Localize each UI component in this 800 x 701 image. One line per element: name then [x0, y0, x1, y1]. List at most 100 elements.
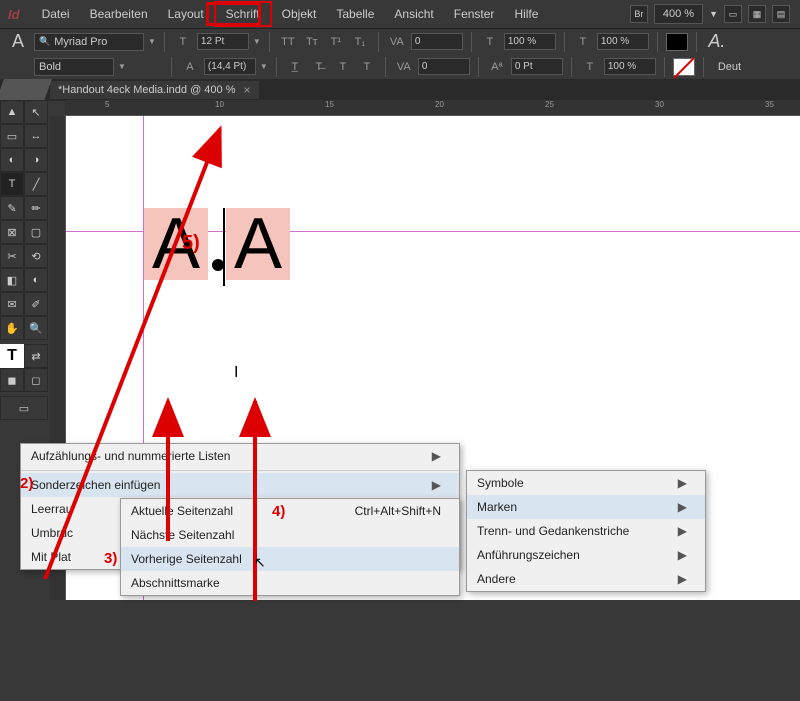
menu-specialchars[interactable]: Sonderzeichen einfügen▶ [21, 473, 459, 497]
zoom-tool[interactable]: 🔍 [24, 316, 48, 340]
menu-hyphens[interactable]: Trenn- und Gedankenstriche ▶ [467, 519, 705, 543]
rect-tool[interactable]: ▢ [24, 220, 48, 244]
ot-icon[interactable]: T [357, 58, 377, 76]
dropdown-icon[interactable]: ▼ [253, 37, 261, 46]
ruler-tick: 30 [655, 100, 664, 109]
scissors-tool[interactable]: ✂ [0, 244, 24, 268]
menu-tabelle[interactable]: Tabelle [326, 3, 384, 25]
super-icon[interactable]: T¹ [326, 33, 346, 51]
type-tool[interactable]: T [0, 172, 24, 196]
dropdown-icon[interactable]: ▼ [118, 62, 126, 71]
menu-next-page[interactable]: Nächste Seitenzahl [121, 523, 459, 547]
content-tool[interactable]: ◐ [0, 148, 24, 172]
ligature-icon[interactable]: T [333, 58, 353, 76]
tracking-select[interactable]: 0 [418, 58, 470, 75]
menu-label: Trenn- und Gedankenstriche [477, 524, 629, 538]
hand-tool[interactable]: ✋ [0, 316, 24, 340]
menu-label: Nächste Seitenzahl [131, 528, 234, 542]
gradient-tool[interactable]: ◧ [0, 268, 24, 292]
rect-frame-tool[interactable]: ⊠ [0, 220, 24, 244]
font-weight-select[interactable]: Bold [34, 58, 114, 76]
character-mode-icon[interactable]: A [6, 31, 30, 52]
feather-tool[interactable]: ◐ [24, 268, 48, 292]
fill-color[interactable] [666, 33, 688, 51]
size-icon: T [173, 33, 193, 51]
tracking-icon: VA [394, 58, 414, 76]
baseline-select[interactable]: 0 Pt [511, 58, 563, 75]
direct-selection-tool[interactable]: ↖ [24, 100, 48, 124]
smallcaps-icon[interactable]: Tᴛ [302, 33, 322, 51]
eyedropper-tool[interactable]: ✐ [24, 292, 48, 316]
sub-icon[interactable]: T₁ [350, 33, 370, 51]
font-size-select[interactable]: 12 Pt [197, 33, 249, 50]
submenu-arrow-icon: ▶ [678, 500, 687, 514]
pencil-tool[interactable]: ✏ [24, 196, 48, 220]
menu-hilfe[interactable]: Hilfe [504, 3, 548, 25]
language-select[interactable]: Deut [718, 61, 741, 73]
strike-icon[interactable]: T̶ [309, 58, 329, 76]
menu-quotes[interactable]: Anführungszeichen▶ [467, 543, 705, 567]
default-colors[interactable]: ◼ [0, 368, 24, 392]
caps-icon[interactable]: TT [278, 33, 298, 51]
page-tool[interactable]: ▭ [0, 124, 24, 148]
vscale-select[interactable]: 100 % [597, 33, 649, 50]
master-char-right[interactable]: A [226, 208, 290, 280]
dropdown-icon[interactable]: ▼ [260, 62, 268, 71]
annotation-2: 2) [20, 475, 33, 492]
kerning-select[interactable]: 0 [411, 33, 463, 50]
menu-bulletlists[interactable]: Aufzählungs- und nummerierte Listen▶ [21, 444, 459, 468]
menubar: Id Datei Bearbeiten Layout Schrift Objek… [0, 0, 800, 28]
ruler-tick: 10 [215, 100, 224, 109]
menu-datei[interactable]: Datei [32, 3, 80, 25]
menu-markers[interactable]: Marken▶ [467, 495, 705, 519]
dropdown-icon[interactable]: ▼ [148, 37, 156, 46]
hscale-icon: T [480, 33, 500, 51]
kerning-icon: VA [387, 33, 407, 51]
pen-tool[interactable]: ✎ [0, 196, 24, 220]
menu-current-page[interactable]: Aktuelle Seitenzahl Ctrl+Alt+Shift+N [121, 499, 459, 523]
view-mode-icon[interactable]: ▭ [724, 5, 742, 23]
dropdown-icon[interactable]: ▼ [709, 9, 718, 19]
swap-fill-stroke[interactable]: ⇄ [24, 344, 48, 368]
format-container[interactable]: ◻ [24, 368, 48, 392]
hscale-select[interactable]: 100 % [504, 33, 556, 50]
menu-label: Aktuelle Seitenzahl [131, 504, 233, 518]
menu-shortcut: Ctrl+Alt+Shift+N [355, 504, 441, 518]
leading-select[interactable]: (14,4 Pt) [204, 58, 256, 75]
menu-section-mark[interactable]: Abschnittsmarke [121, 571, 459, 595]
charstyle-icon[interactable]: A. [705, 31, 729, 52]
gap-tool[interactable]: ↔ [24, 124, 48, 148]
app-logo: Id [8, 7, 20, 22]
menu-other[interactable]: Andere▶ [467, 567, 705, 591]
transform-tool[interactable]: ⟲ [24, 244, 48, 268]
menu-label: Leerrau [31, 502, 72, 516]
underline-icon[interactable]: T̲ [285, 58, 305, 76]
toolbox: ▲↖ ▭↔ ◐◑ T╱ ✎✏ ⊠▢ ✂⟲ ◧◐ ✉✐ ✋🔍 T⇄ ◼◻ ▭ [0, 100, 48, 420]
note-tool[interactable]: ✉ [0, 292, 24, 316]
arrange-icon[interactable]: ▤ [772, 5, 790, 23]
menu-label: Umbruc [31, 526, 73, 540]
view-mode-tool[interactable]: ▭ [0, 396, 48, 420]
fill-stroke-text[interactable]: T [0, 344, 24, 368]
close-icon[interactable]: × [244, 83, 251, 97]
menu-objekt[interactable]: Objekt [272, 3, 327, 25]
menu-bearbeiten[interactable]: Bearbeiten [80, 3, 158, 25]
submenu-arrow-icon: ▶ [678, 524, 687, 538]
stroke-color[interactable] [673, 58, 695, 76]
menu-symbols[interactable]: Symbole▶ [467, 471, 705, 495]
type-path-tool[interactable]: ╱ [24, 172, 48, 196]
menu-label: Anführungszeichen [477, 548, 580, 562]
bridge-icon[interactable]: Br [630, 5, 648, 23]
document-tab[interactable]: *Handout 4eck Media.indd @ 400 % × [50, 81, 259, 99]
ruler-tick: 5 [105, 100, 109, 109]
menu-fenster[interactable]: Fenster [444, 3, 505, 25]
selection-tool[interactable]: ▲ [0, 100, 24, 124]
menu-ansicht[interactable]: Ansicht [384, 3, 443, 25]
zoom-select[interactable]: 400 % [654, 4, 703, 24]
screen-mode-icon[interactable]: ▦ [748, 5, 766, 23]
menu-prev-page[interactable]: Vorherige Seitenzahl [121, 547, 459, 571]
skew-select[interactable]: 100 % [604, 58, 656, 75]
content-placer-tool[interactable]: ◑ [24, 148, 48, 172]
context-menu-level2: Aktuelle Seitenzahl Ctrl+Alt+Shift+N Näch… [120, 498, 460, 596]
font-family-select[interactable]: 🔍 Myriad Pro [34, 33, 144, 51]
